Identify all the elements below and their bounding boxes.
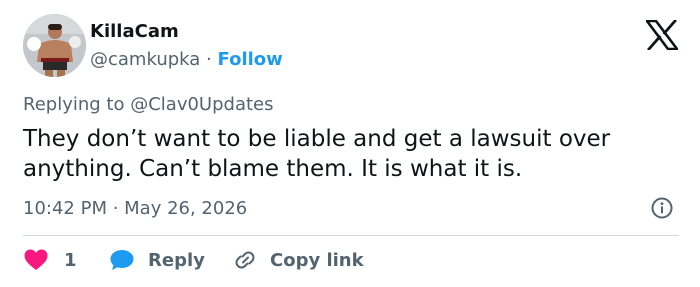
- avatar-image: [23, 14, 86, 77]
- author-handle-row: @camkupka · Follow: [90, 49, 283, 70]
- tweet-timestamp[interactable]: 10:42 PM · May 26, 2026: [23, 198, 247, 219]
- reply-mention-link[interactable]: @Clav0Updates: [130, 94, 273, 115]
- reply-label: Reply: [148, 249, 205, 271]
- reply-button[interactable]: Reply: [109, 246, 205, 274]
- separator-dot: ·: [206, 49, 212, 70]
- x-logo-icon[interactable]: [646, 20, 678, 50]
- tweet-text: They don’t want to be liable and get a l…: [23, 126, 611, 182]
- info-icon[interactable]: [651, 197, 673, 219]
- divider: [23, 235, 679, 236]
- author-display-name[interactable]: KillaCam: [90, 21, 179, 42]
- author-handle[interactable]: @camkupka: [90, 49, 200, 70]
- follow-button[interactable]: Follow: [218, 49, 283, 70]
- copy-link-label: Copy link: [270, 249, 364, 271]
- reply-context: Replying to @Clav0Updates: [23, 94, 274, 115]
- like-count: 1: [64, 249, 77, 271]
- avatar[interactable]: [23, 14, 86, 77]
- copy-link-button[interactable]: Copy link: [232, 246, 364, 274]
- reply-bubble-icon: [110, 250, 134, 270]
- heart-icon: [24, 249, 48, 270]
- like-button[interactable]: 1: [23, 246, 77, 274]
- link-icon: [235, 251, 255, 269]
- reply-context-prefix: Replying to: [23, 94, 125, 115]
